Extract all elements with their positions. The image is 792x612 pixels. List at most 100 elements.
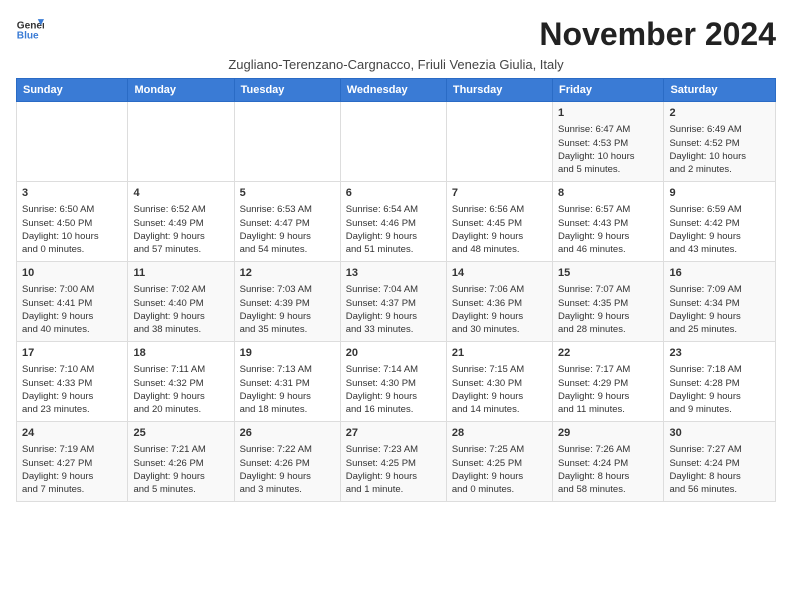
day-cell: 17 Sunrise: 7:10 AM Sunset: 4:33 PM Dayli… — [17, 342, 128, 422]
day-number: 23 — [669, 346, 770, 361]
day-info: Sunrise: 7:09 AM Sunset: 4:34 PM Dayligh… — [669, 283, 770, 336]
col-header-tuesday: Tuesday — [234, 79, 340, 102]
day-number: 27 — [346, 426, 441, 441]
day-info: Sunrise: 6:56 AM Sunset: 4:45 PM Dayligh… — [452, 203, 547, 256]
day-info: Sunrise: 7:18 AM Sunset: 4:28 PM Dayligh… — [669, 363, 770, 416]
day-cell: 20 Sunrise: 7:14 AM Sunset: 4:30 PM Dayli… — [340, 342, 446, 422]
day-number: 13 — [346, 266, 441, 281]
day-number: 12 — [240, 266, 335, 281]
day-number: 22 — [558, 346, 658, 361]
day-info: Sunrise: 7:25 AM Sunset: 4:25 PM Dayligh… — [452, 443, 547, 496]
day-cell: 11 Sunrise: 7:02 AM Sunset: 4:40 PM Dayli… — [128, 262, 234, 342]
day-cell: 27Sunrise: 7:23 AM Sunset: 4:25 PM Dayli… — [340, 422, 446, 502]
day-cell: 7Sunrise: 6:56 AM Sunset: 4:45 PM Daylig… — [446, 182, 552, 262]
day-cell — [234, 102, 340, 182]
day-cell: 4Sunrise: 6:52 AM Sunset: 4:49 PM Daylig… — [128, 182, 234, 262]
day-cell: 9Sunrise: 6:59 AM Sunset: 4:42 PM Daylig… — [664, 182, 776, 262]
day-cell: 19Sunrise: 7:13 AM Sunset: 4:31 PM Dayli… — [234, 342, 340, 422]
week-row-2: 10 Sunrise: 7:00 AM Sunset: 4:41 PM Dayli… — [17, 262, 776, 342]
day-number: 2 — [669, 106, 770, 121]
day-info: Sunrise: 7:06 AM Sunset: 4:36 PM Dayligh… — [452, 283, 547, 336]
day-number: 15 — [558, 266, 658, 281]
day-cell: 3 Sunrise: 6:50 AM Sunset: 4:50 PM Daylig… — [17, 182, 128, 262]
day-number: 28 — [452, 426, 547, 441]
month-title: November 2024 — [539, 16, 776, 53]
day-cell — [128, 102, 234, 182]
day-info: Sunrise: 7:03 AM Sunset: 4:39 PM Dayligh… — [240, 283, 335, 336]
day-info: Sunrise: 7:10 AM Sunset: 4:33 PM Dayligh… — [22, 363, 122, 416]
day-number: 6 — [346, 186, 441, 201]
day-cell: 14 Sunrise: 7:06 AM Sunset: 4:36 PM Dayli… — [446, 262, 552, 342]
subtitle: Zugliano-Terenzano-Cargnacco, Friuli Ven… — [16, 57, 776, 72]
day-info: Sunrise: 7:13 AM Sunset: 4:31 PM Dayligh… — [240, 363, 335, 416]
day-number: 5 — [240, 186, 335, 201]
day-cell: 16 Sunrise: 7:09 AM Sunset: 4:34 PM Dayli… — [664, 262, 776, 342]
week-row-1: 3 Sunrise: 6:50 AM Sunset: 4:50 PM Daylig… — [17, 182, 776, 262]
day-number: 20 — [346, 346, 441, 361]
day-cell: 22Sunrise: 7:17 AM Sunset: 4:29 PM Dayli… — [552, 342, 663, 422]
day-number: 25 — [133, 426, 228, 441]
day-cell: 29 Sunrise: 7:26 AM Sunset: 4:24 PM Dayli… — [552, 422, 663, 502]
week-row-4: 24 Sunrise: 7:19 AM Sunset: 4:27 PM Dayli… — [17, 422, 776, 502]
col-header-monday: Monday — [128, 79, 234, 102]
day-cell: 30 Sunrise: 7:27 AM Sunset: 4:24 PM Dayli… — [664, 422, 776, 502]
day-cell: 26Sunrise: 7:22 AM Sunset: 4:26 PM Dayli… — [234, 422, 340, 502]
day-cell: 15 Sunrise: 7:07 AM Sunset: 4:35 PM Dayli… — [552, 262, 663, 342]
col-header-wednesday: Wednesday — [340, 79, 446, 102]
day-info: Sunrise: 7:14 AM Sunset: 4:30 PM Dayligh… — [346, 363, 441, 416]
title-area: November 2024 — [539, 16, 776, 53]
day-info: Sunrise: 7:27 AM Sunset: 4:24 PM Dayligh… — [669, 443, 770, 496]
day-cell: 13 Sunrise: 7:04 AM Sunset: 4:37 PM Dayli… — [340, 262, 446, 342]
day-cell: 8 Sunrise: 6:57 AM Sunset: 4:43 PM Daylig… — [552, 182, 663, 262]
col-header-thursday: Thursday — [446, 79, 552, 102]
day-cell: 12 Sunrise: 7:03 AM Sunset: 4:39 PM Dayli… — [234, 262, 340, 342]
day-info: Sunrise: 7:04 AM Sunset: 4:37 PM Dayligh… — [346, 283, 441, 336]
day-info: Sunrise: 7:19 AM Sunset: 4:27 PM Dayligh… — [22, 443, 122, 496]
day-info: Sunrise: 7:00 AM Sunset: 4:41 PM Dayligh… — [22, 283, 122, 336]
day-number: 21 — [452, 346, 547, 361]
day-cell — [17, 102, 128, 182]
logo: General Blue — [16, 16, 44, 44]
day-number: 14 — [452, 266, 547, 281]
day-info: Sunrise: 7:21 AM Sunset: 4:26 PM Dayligh… — [133, 443, 228, 496]
day-cell — [340, 102, 446, 182]
day-info: Sunrise: 7:15 AM Sunset: 4:30 PM Dayligh… — [452, 363, 547, 416]
day-number: 10 — [22, 266, 122, 281]
day-info: Sunrise: 6:50 AM Sunset: 4:50 PM Dayligh… — [22, 203, 122, 256]
day-info: Sunrise: 6:49 AM Sunset: 4:52 PM Dayligh… — [669, 123, 770, 176]
col-header-friday: Friday — [552, 79, 663, 102]
day-cell: 25 Sunrise: 7:21 AM Sunset: 4:26 PM Dayli… — [128, 422, 234, 502]
day-cell: 28 Sunrise: 7:25 AM Sunset: 4:25 PM Dayli… — [446, 422, 552, 502]
day-cell: 24 Sunrise: 7:19 AM Sunset: 4:27 PM Dayli… — [17, 422, 128, 502]
day-number: 16 — [669, 266, 770, 281]
day-number: 17 — [22, 346, 122, 361]
week-row-3: 17 Sunrise: 7:10 AM Sunset: 4:33 PM Dayli… — [17, 342, 776, 422]
day-number: 11 — [133, 266, 228, 281]
day-number: 29 — [558, 426, 658, 441]
day-info: Sunrise: 7:02 AM Sunset: 4:40 PM Dayligh… — [133, 283, 228, 336]
day-cell — [446, 102, 552, 182]
day-number: 3 — [22, 186, 122, 201]
header-row: SundayMondayTuesdayWednesdayThursdayFrid… — [17, 79, 776, 102]
day-info: Sunrise: 7:26 AM Sunset: 4:24 PM Dayligh… — [558, 443, 658, 496]
day-number: 24 — [22, 426, 122, 441]
col-header-saturday: Saturday — [664, 79, 776, 102]
calendar-table: SundayMondayTuesdayWednesdayThursdayFrid… — [16, 78, 776, 502]
week-row-0: 1Sunrise: 6:47 AM Sunset: 4:53 PM Daylig… — [17, 102, 776, 182]
day-cell: 18Sunrise: 7:11 AM Sunset: 4:32 PM Dayli… — [128, 342, 234, 422]
day-info: Sunrise: 6:47 AM Sunset: 4:53 PM Dayligh… — [558, 123, 658, 176]
day-info: Sunrise: 6:57 AM Sunset: 4:43 PM Dayligh… — [558, 203, 658, 256]
day-number: 8 — [558, 186, 658, 201]
header: General Blue November 2024 — [16, 16, 776, 53]
day-number: 4 — [133, 186, 228, 201]
day-cell: 6Sunrise: 6:54 AM Sunset: 4:46 PM Daylig… — [340, 182, 446, 262]
col-header-sunday: Sunday — [17, 79, 128, 102]
day-info: Sunrise: 7:07 AM Sunset: 4:35 PM Dayligh… — [558, 283, 658, 336]
svg-text:Blue: Blue — [17, 31, 39, 42]
day-cell: 23 Sunrise: 7:18 AM Sunset: 4:28 PM Dayli… — [664, 342, 776, 422]
day-cell: 2 Sunrise: 6:49 AM Sunset: 4:52 PM Daylig… — [664, 102, 776, 182]
day-cell: 21 Sunrise: 7:15 AM Sunset: 4:30 PM Dayli… — [446, 342, 552, 422]
day-cell: 1Sunrise: 6:47 AM Sunset: 4:53 PM Daylig… — [552, 102, 663, 182]
day-number: 30 — [669, 426, 770, 441]
day-info: Sunrise: 7:11 AM Sunset: 4:32 PM Dayligh… — [133, 363, 228, 416]
